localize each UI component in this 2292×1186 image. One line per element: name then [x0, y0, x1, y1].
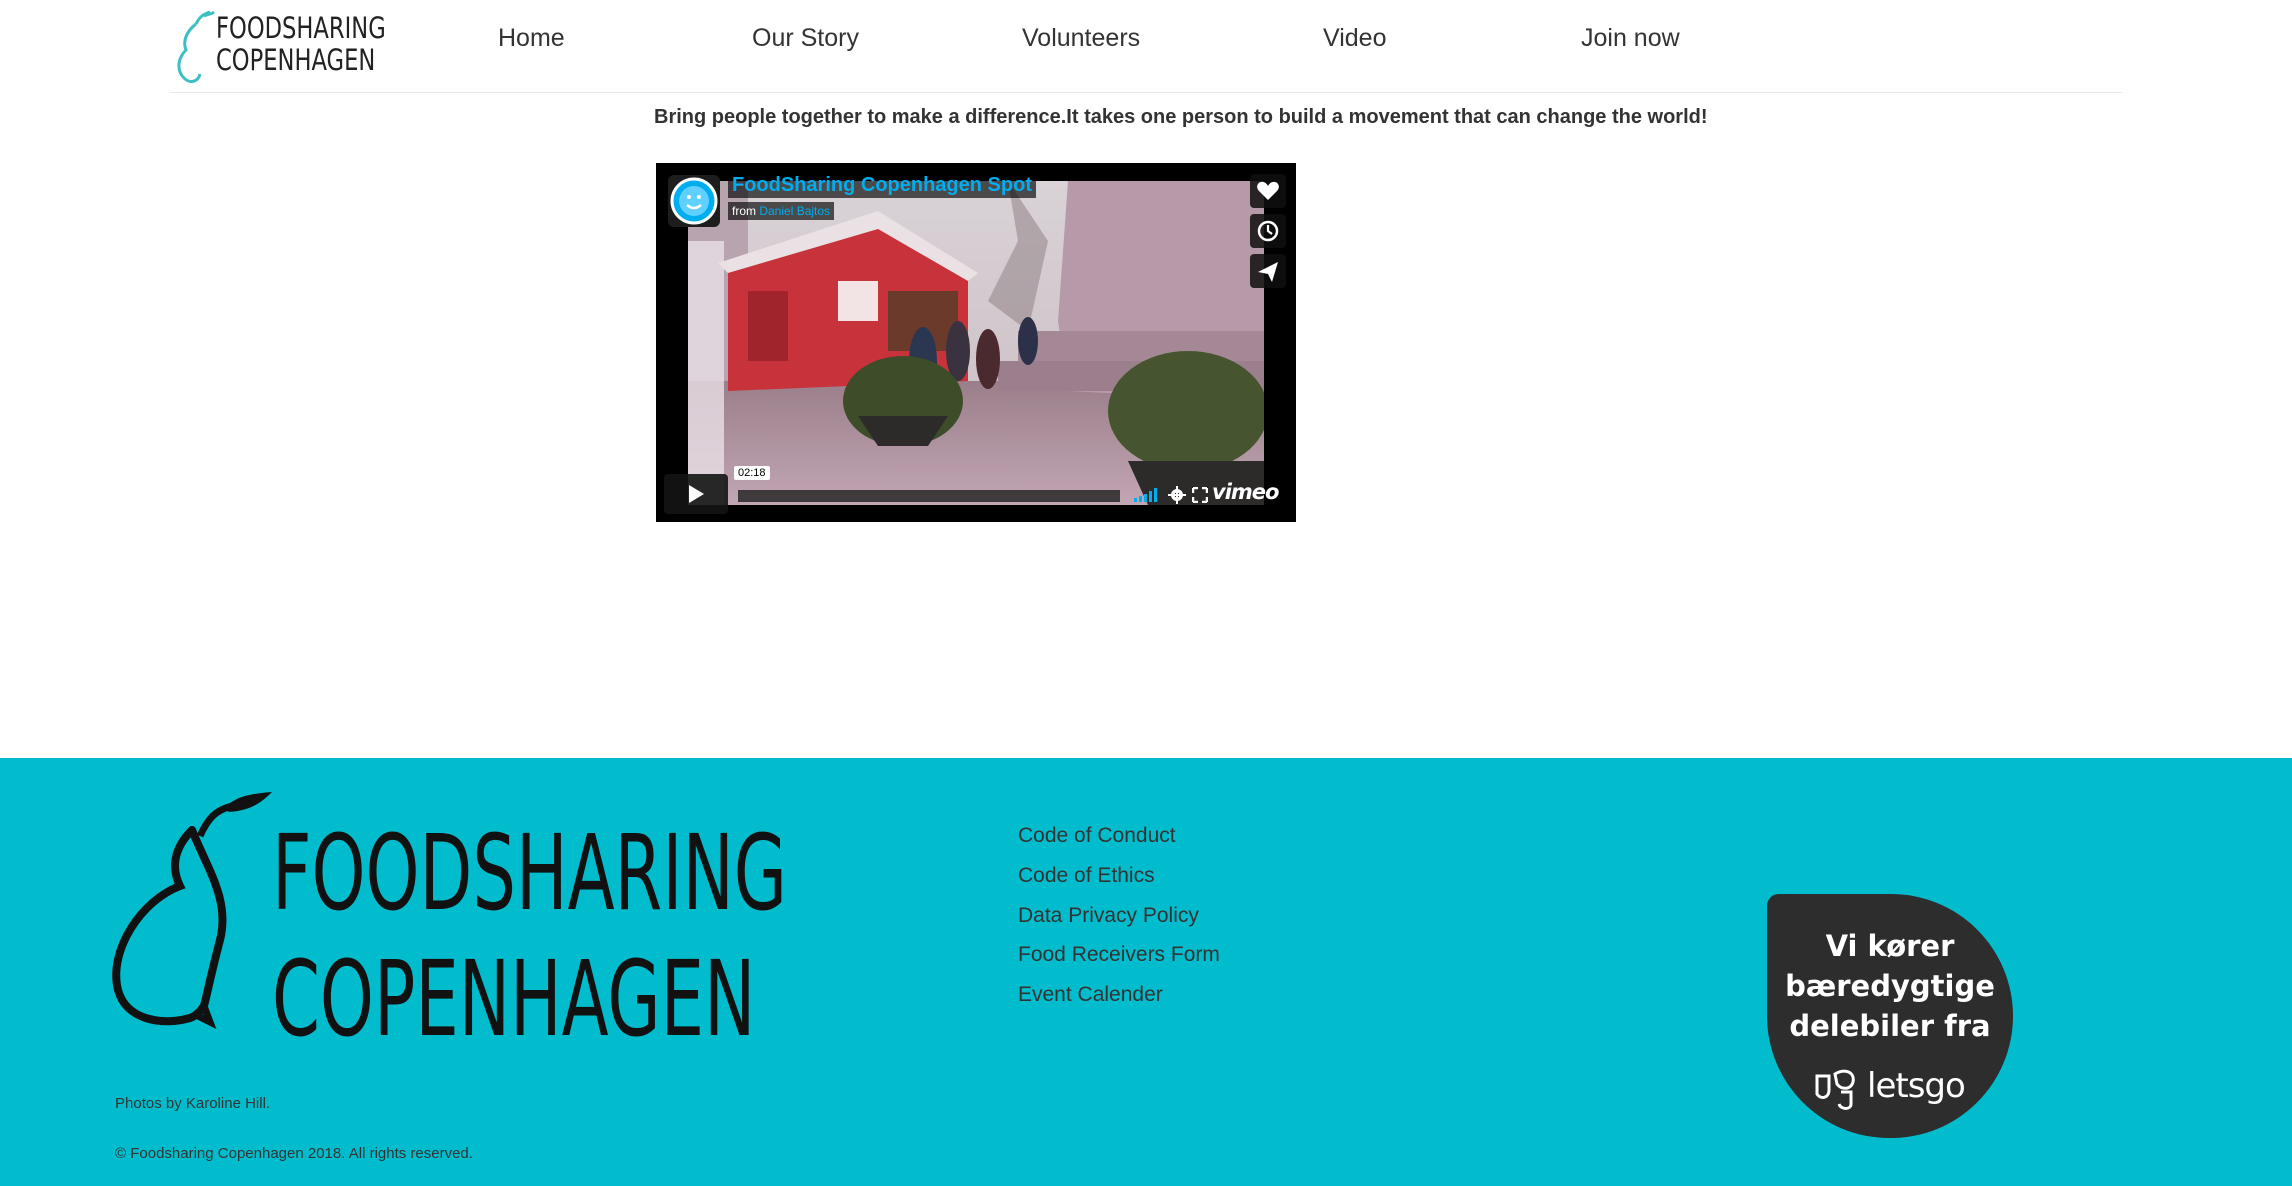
footer-link-code-of-ethics[interactable]: Code of Ethics [1018, 864, 1155, 888]
photo-credit: Photos by Karoline Hill. [115, 1095, 271, 1112]
settings-gear-icon[interactable] [1168, 486, 1186, 504]
letsgo-partner-badge[interactable]: Vi kører bæredygtige delebiler fra letsg… [1767, 894, 2013, 1138]
header-logo-text: FOODSHARING COPENHAGEN [216, 12, 386, 76]
byline-prefix: from [732, 204, 756, 218]
letsgo-logo-icon [1815, 1069, 1855, 1110]
video-byline: from Daniel Bajtos [728, 202, 835, 220]
badge-line-1: Vi kører [1825, 929, 1955, 963]
footer-link-food-receivers-form[interactable]: Food Receivers Form [1018, 943, 1220, 967]
logo-line-1: FOODSHARING [216, 11, 386, 45]
footer-link-event-calender[interactable]: Event Calender [1018, 983, 1163, 1007]
like-button[interactable] [1250, 174, 1286, 208]
nav-video[interactable]: Video [1323, 24, 1387, 53]
badge-line-3: delebiler fra [1789, 1009, 1991, 1043]
letsgo-badge-text: Vi kører bæredygtige delebiler fra [1767, 926, 2013, 1046]
smiley-avatar-icon [670, 177, 718, 225]
nav-home[interactable]: Home [498, 24, 565, 53]
nav-join-now[interactable]: Join now [1581, 24, 1680, 53]
logo-line-2: COPENHAGEN [216, 43, 376, 77]
pear-logo-icon [177, 10, 216, 83]
heart-icon [1257, 181, 1279, 200]
pear-logo-icon [112, 792, 272, 1030]
volume-icon[interactable] [1134, 488, 1158, 502]
watch-later-button[interactable] [1250, 214, 1286, 248]
paper-plane-icon [1258, 262, 1278, 282]
logo-line-1: FOODSHARING [272, 812, 788, 934]
badge-line-2: bæredygtige [1785, 969, 1995, 1003]
video-scene-image [688, 181, 1264, 505]
footer-logo-text: FOODSHARING COPENHAGEN [272, 810, 787, 1062]
channel-avatar[interactable] [668, 175, 720, 227]
nav-our-story[interactable]: Our Story [752, 24, 859, 53]
fullscreen-icon[interactable] [1192, 487, 1208, 503]
nav-volunteers[interactable]: Volunteers [1022, 24, 1140, 53]
play-icon [689, 485, 704, 503]
progress-bar[interactable] [738, 490, 1120, 502]
play-button[interactable] [664, 474, 728, 514]
vimeo-logo[interactable]: vimeo [1212, 480, 1279, 504]
copyright-notice: © Foodsharing Copenhagen 2018. All right… [115, 1145, 473, 1162]
video-player[interactable]: FoodSharing Copenhagen Spot from Daniel … [656, 163, 1296, 522]
footer-logo[interactable]: FOODSHARING COPENHAGEN [112, 790, 787, 1060]
tagline: Bring people together to make a differen… [654, 106, 1708, 128]
video-thumbnail[interactable] [688, 181, 1264, 505]
video-title[interactable]: FoodSharing Copenhagen Spot [728, 173, 1036, 198]
logo-line-2: COPENHAGEN [272, 938, 756, 1060]
video-duration: 02:18 [734, 466, 770, 480]
video-control-bar: 02:18 vimeo [664, 466, 1288, 514]
video-author-link[interactable]: Daniel Bajtos [759, 204, 830, 218]
clock-icon [1257, 220, 1279, 242]
share-button[interactable] [1250, 254, 1286, 288]
video-title-bar: FoodSharing Copenhagen Spot from Daniel … [728, 173, 1036, 220]
site-footer: FOODSHARING COPENHAGEN Code of Conduct C… [0, 758, 2292, 1186]
header-logo[interactable]: FOODSHARING COPENHAGEN [170, 8, 386, 84]
footer-link-data-privacy-policy[interactable]: Data Privacy Policy [1018, 904, 1199, 928]
letsgo-brand: letsgo [1867, 1066, 1966, 1106]
footer-link-code-of-conduct[interactable]: Code of Conduct [1018, 824, 1176, 848]
site-header: FOODSHARING COPENHAGEN Home Our Story Vo… [170, 0, 2122, 93]
